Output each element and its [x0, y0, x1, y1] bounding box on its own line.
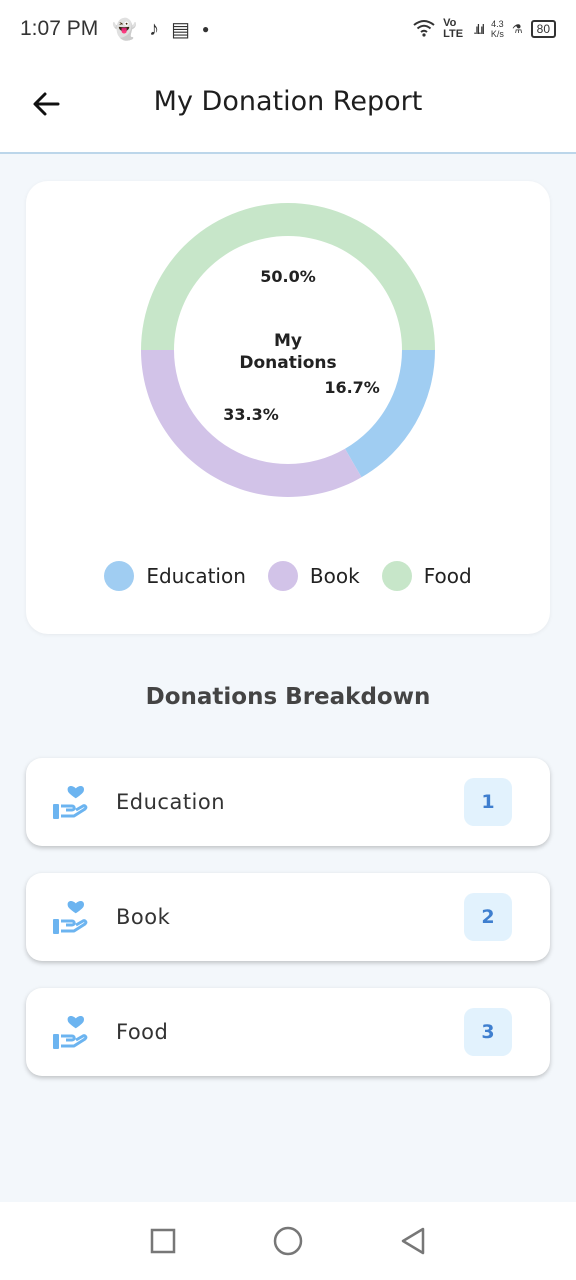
app-bar: My Donation Report: [0, 58, 576, 154]
tiktok-icon: ♪: [149, 17, 160, 40]
network-speed: 4.3 K/s: [490, 19, 504, 39]
donut-slice-education: [345, 350, 435, 478]
legend-item-education: Education: [104, 561, 246, 591]
breakdown-item-label: Education: [116, 790, 226, 814]
message-icon: ▤: [171, 18, 191, 41]
chart-legend: Education Book Food: [26, 561, 550, 591]
triangle-back-icon: [402, 1227, 425, 1255]
breakdown-item-label: Food: [116, 1020, 169, 1044]
legend-label: Education: [146, 564, 246, 588]
center-label-line-2: Donations: [239, 353, 336, 373]
legend-label: Book: [309, 564, 360, 588]
center-label-line-1: My: [274, 331, 302, 351]
legend-dot: [104, 561, 135, 591]
breakdown-item-count: 1: [464, 778, 512, 826]
breakdown-item-education[interactable]: Education 1: [26, 758, 550, 846]
donate-heart-icon: [53, 1016, 88, 1049]
wifi-icon: [413, 19, 435, 40]
page-title: My Donation Report: [153, 86, 423, 117]
breakdown-item-label: Book: [116, 905, 171, 929]
donate-heart-icon: [53, 786, 88, 819]
donation-chart-card: 16.7% 33.3% 50.0% My Donations Education Book…: [26, 181, 550, 634]
breakdown-item-food[interactable]: Food 3: [26, 988, 550, 1076]
legend-item-book: Book: [267, 561, 360, 591]
signal-icon: .ıl.ıl: [473, 21, 485, 37]
status-bar: 1:07 PM 👻 ♪ ▤ ● Vo LTE .ıl.ıl 4.3 K/s ⚗ …: [0, 0, 576, 58]
breakdown-item-count: 2: [464, 893, 512, 941]
network-type: Vo LTE: [443, 17, 464, 40]
percent-label-food: 50.0%: [260, 267, 316, 286]
circle-icon: [273, 1226, 303, 1256]
flask-icon: ⚗: [511, 22, 523, 36]
dot-icon: ●: [202, 22, 210, 36]
donut-chart: 16.7% 33.3% 50.0% MyDonations: [141, 203, 435, 497]
status-time: 1:07 PM: [20, 17, 99, 40]
breakdown-item-count: 3: [464, 1008, 512, 1056]
battery-icon: 80: [530, 20, 556, 38]
legend-item-food: Food: [381, 561, 472, 591]
breakdown-title: Donations Breakdown: [145, 684, 431, 710]
legend-label: Food: [423, 564, 472, 588]
legend-dot: [267, 561, 298, 591]
recents-button[interactable]: [143, 1221, 183, 1261]
donate-heart-icon: [53, 901, 88, 934]
system-nav-bar: [0, 1202, 576, 1280]
percent-label-education: 16.7%: [324, 378, 380, 397]
back-nav-button[interactable]: [393, 1221, 433, 1261]
snapchat-icon: 👻: [112, 18, 138, 41]
percent-label-book: 33.3%: [223, 405, 279, 424]
home-button[interactable]: [268, 1221, 308, 1261]
legend-dot: [381, 561, 412, 591]
breakdown-item-book[interactable]: Book 2: [26, 873, 550, 961]
square-icon: [150, 1228, 175, 1254]
